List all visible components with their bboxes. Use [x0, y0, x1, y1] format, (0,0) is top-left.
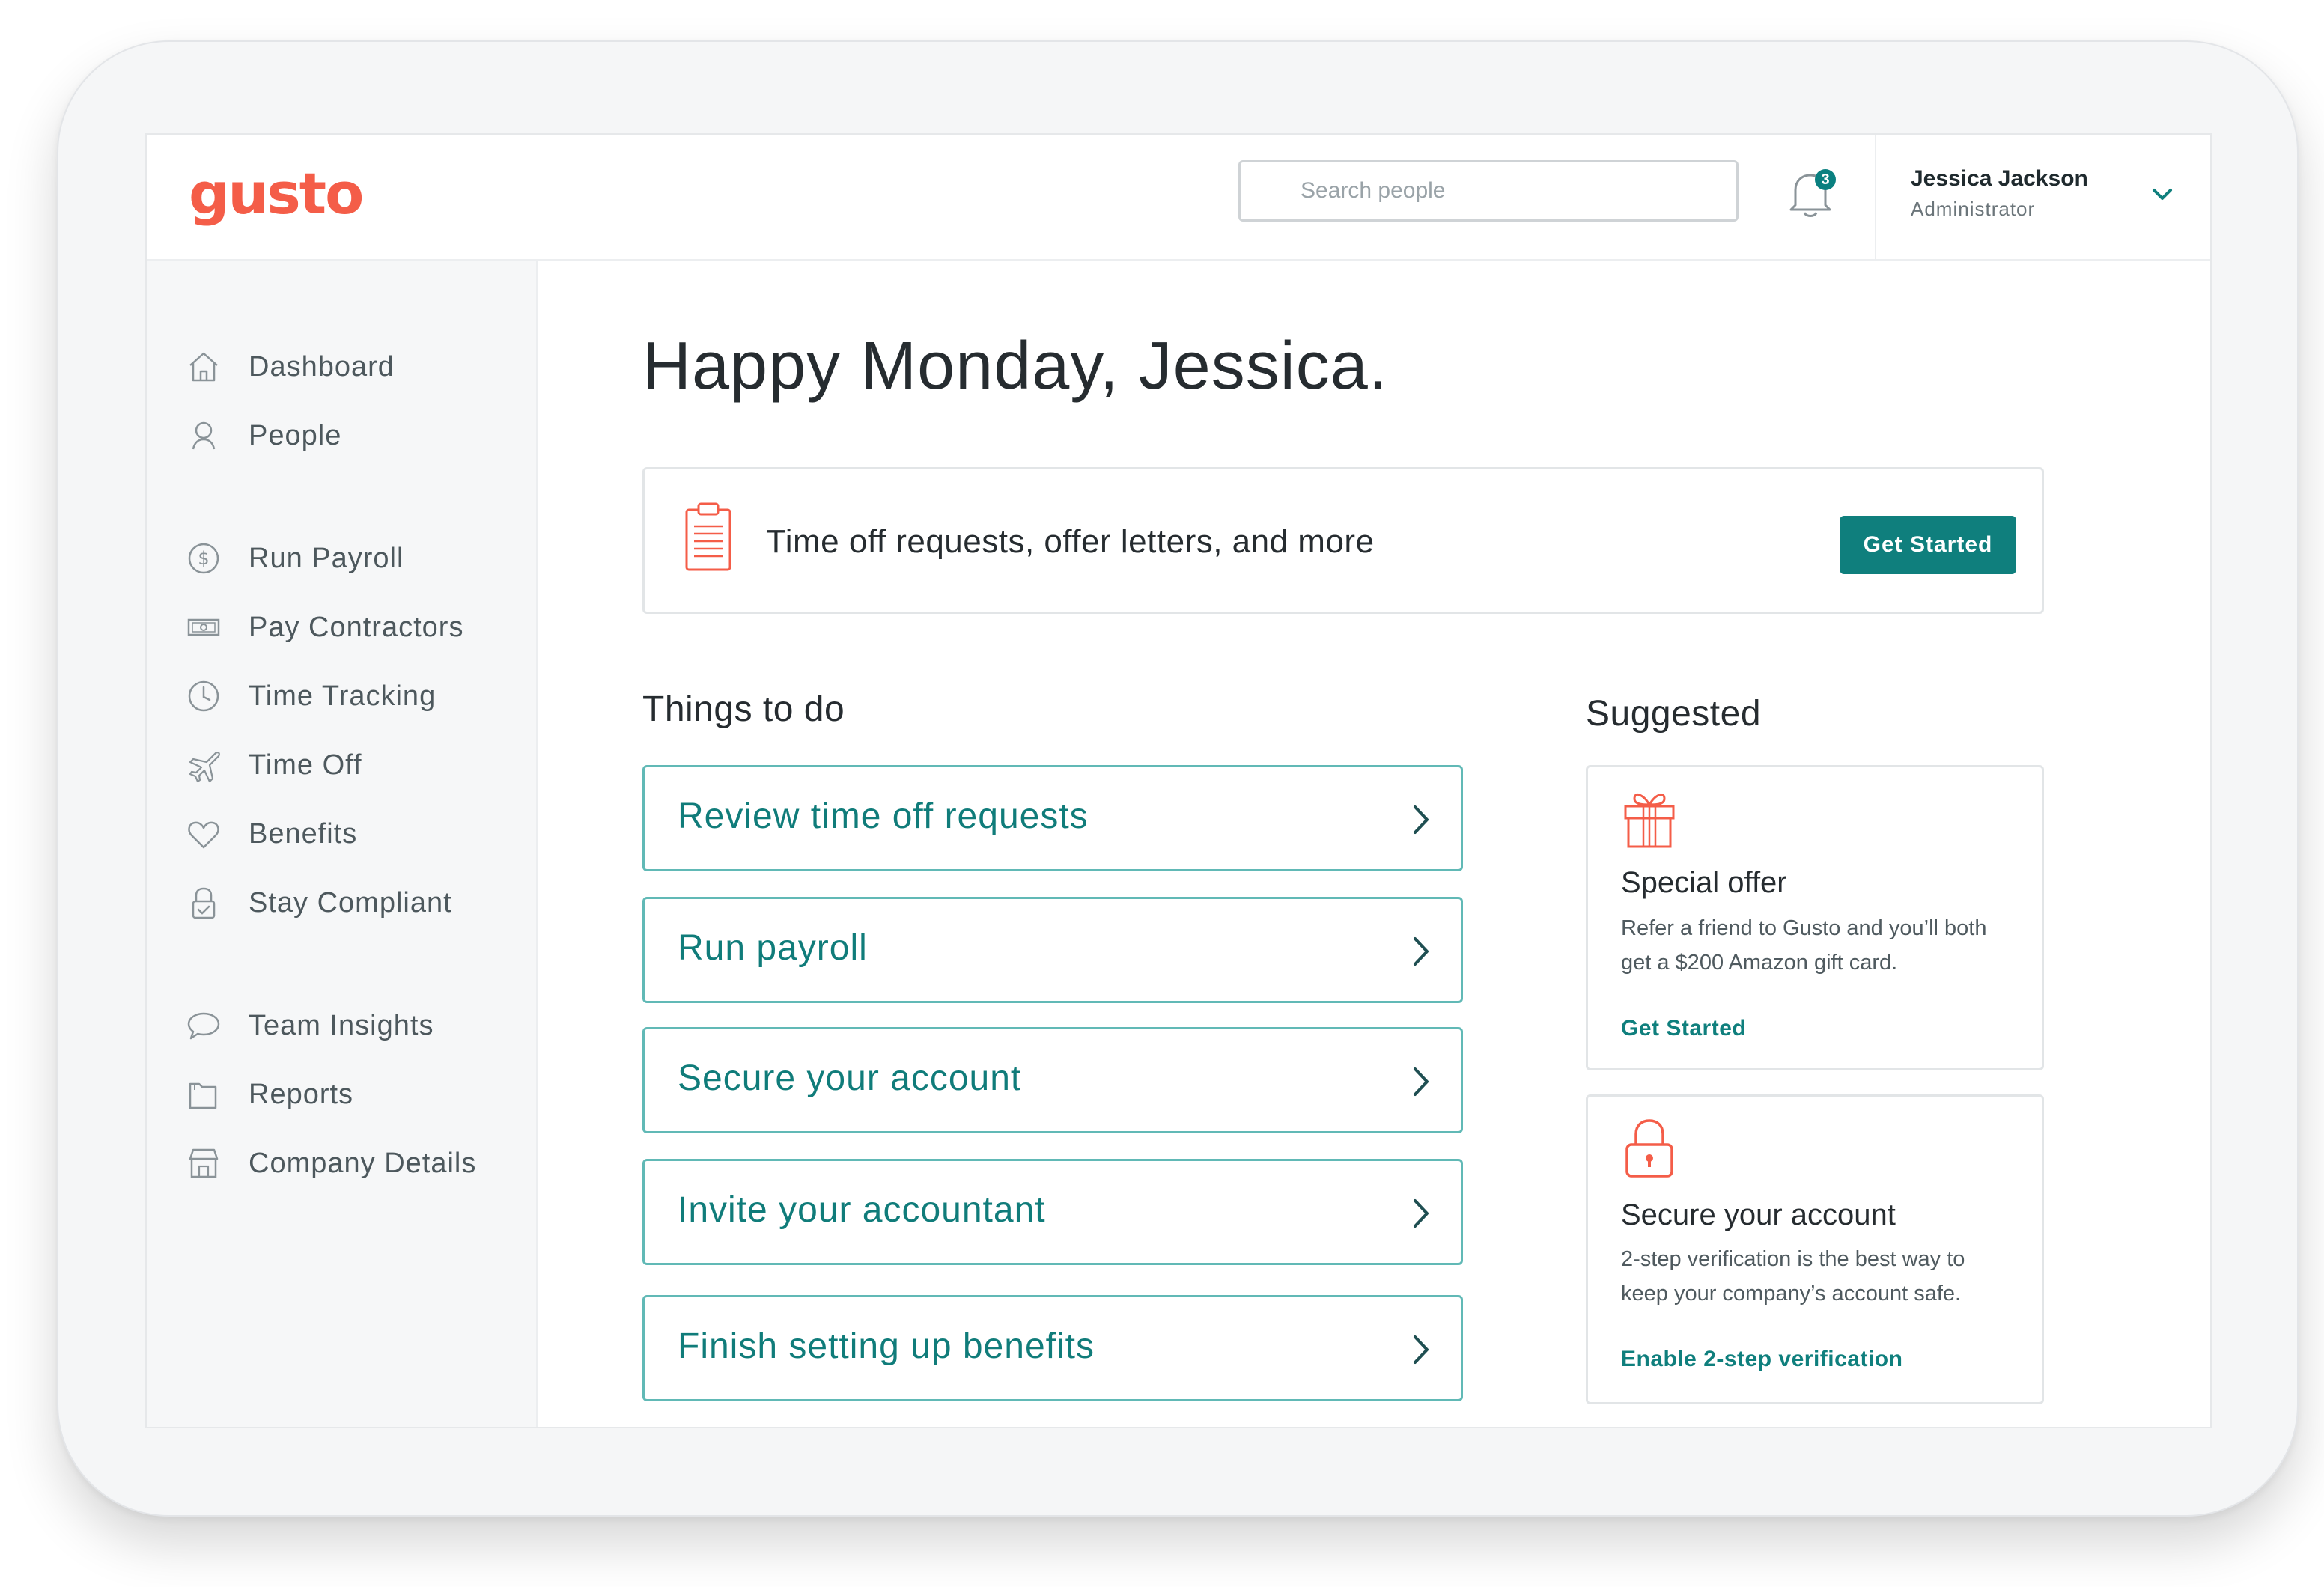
- compliance-icon: [186, 885, 222, 921]
- home-icon: [186, 349, 222, 385]
- suggestion-card-secure-account: Secure your account 2-step verification …: [1586, 1094, 2044, 1404]
- sidebar-item-time-off[interactable]: Time Off: [186, 743, 515, 788]
- get-started-button[interactable]: Get Started: [1840, 516, 2016, 574]
- suggested-heading: Suggested: [1586, 694, 1762, 734]
- todo-item-setup-benefits[interactable]: Finish setting up benefits: [642, 1295, 1463, 1401]
- divider: [1875, 135, 1876, 259]
- chevron-right-icon: [1414, 805, 1429, 834]
- card-title: Special offer: [1621, 866, 1787, 899]
- card-body: 2-step verification is the best way to k…: [1621, 1247, 1965, 1306]
- things-to-do-heading: Things to do: [642, 689, 845, 729]
- onboarding-banner: Time off requests, offer letters, and mo…: [642, 467, 2044, 614]
- chevron-right-icon: [1414, 1199, 1429, 1228]
- clock-icon: [186, 678, 222, 714]
- top-bar: gusto 3 Jessica Jackson Administrator: [147, 135, 2210, 261]
- sidebar-item-reports[interactable]: Reports: [186, 1072, 515, 1117]
- clipboard-icon: [685, 502, 731, 571]
- sidebar-item-people[interactable]: People: [186, 413, 515, 458]
- chevron-right-icon: [1414, 1067, 1429, 1096]
- user-name[interactable]: Jessica Jackson: [1911, 166, 2088, 192]
- todo-item-secure-account[interactable]: Secure your account: [642, 1027, 1463, 1133]
- enable-2-step-link[interactable]: Enable 2-step verification: [1621, 1347, 1902, 1372]
- sidebar-item-time-tracking[interactable]: Time Tracking: [186, 674, 515, 719]
- sidebar-item-company-details[interactable]: Company Details: [186, 1141, 515, 1186]
- sidebar-item-label: Reports: [249, 1078, 354, 1110]
- todo-label: Secure your account: [678, 1058, 1022, 1098]
- folder-icon: [186, 1076, 222, 1112]
- sidebar-item-team-insights[interactable]: Team Insights: [186, 1003, 515, 1048]
- person-icon: [186, 418, 222, 454]
- notification-badge: 3: [1815, 169, 1836, 190]
- sidebar-item-label: Time Off: [249, 749, 362, 781]
- sidebar-item-benefits[interactable]: Benefits: [186, 811, 515, 856]
- sidebar-item-label: Dashboard: [249, 350, 395, 383]
- cash-icon: [186, 609, 222, 645]
- todo-item-invite-accountant[interactable]: Invite your accountant: [642, 1159, 1463, 1265]
- sidebar-item-label: Stay Compliant: [249, 886, 452, 919]
- svg-text:$: $: [198, 548, 209, 569]
- card-body: Refer a friend to Gusto and you’ll both …: [1621, 916, 1987, 975]
- sidebar-item-label: Benefits: [249, 817, 358, 850]
- sidebar: Dashboard People $ Run Payroll Pay Contr…: [147, 261, 538, 1427]
- get-started-link[interactable]: Get Started: [1621, 1016, 1746, 1041]
- sidebar-item-label: Pay Contractors: [249, 611, 464, 643]
- sidebar-item-label: People: [249, 419, 342, 451]
- todo-item-run-payroll[interactable]: Run payroll: [642, 897, 1463, 1003]
- app-window: gusto 3 Jessica Jackson Administrator Da…: [145, 133, 2212, 1428]
- heart-icon: [186, 816, 222, 852]
- chevron-right-icon: [1414, 937, 1429, 966]
- sidebar-item-label: Time Tracking: [249, 680, 436, 712]
- gift-icon: [1624, 793, 1675, 848]
- sidebar-item-label: Run Payroll: [249, 542, 404, 574]
- airplane-icon: [186, 747, 222, 783]
- todo-label: Finish setting up benefits: [678, 1326, 1095, 1366]
- todo-label: Invite your accountant: [678, 1190, 1046, 1230]
- sidebar-item-run-payroll[interactable]: $ Run Payroll: [186, 536, 515, 581]
- chevron-right-icon: [1414, 1335, 1429, 1364]
- lock-icon: [1625, 1119, 1673, 1178]
- sidebar-item-pay-contractors[interactable]: Pay Contractors: [186, 605, 515, 650]
- gusto-logo[interactable]: gusto: [189, 160, 364, 227]
- sidebar-item-label: Company Details: [249, 1147, 477, 1179]
- dollar-icon: $: [186, 540, 222, 576]
- banner-text: Time off requests, offer letters, and mo…: [766, 523, 1375, 560]
- store-icon: [186, 1145, 222, 1181]
- chat-icon: [186, 1008, 222, 1044]
- user-role: Administrator: [1911, 198, 2036, 220]
- todo-label: Run payroll: [678, 928, 868, 968]
- todo-label: Review time off requests: [678, 796, 1089, 836]
- todo-item-review-time-off[interactable]: Review time off requests: [642, 765, 1463, 871]
- sidebar-item-dashboard[interactable]: Dashboard: [186, 344, 515, 389]
- chevron-down-icon[interactable]: [2150, 186, 2174, 204]
- suggestion-card-special-offer: Special offer Refer a friend to Gusto an…: [1586, 765, 2044, 1070]
- page-title: Happy Monday, Jessica.: [642, 329, 1388, 403]
- sidebar-item-label: Team Insights: [249, 1009, 434, 1041]
- sidebar-item-stay-compliant[interactable]: Stay Compliant: [186, 880, 515, 925]
- search-input[interactable]: [1238, 160, 1739, 222]
- card-title: Secure your account: [1621, 1198, 1896, 1231]
